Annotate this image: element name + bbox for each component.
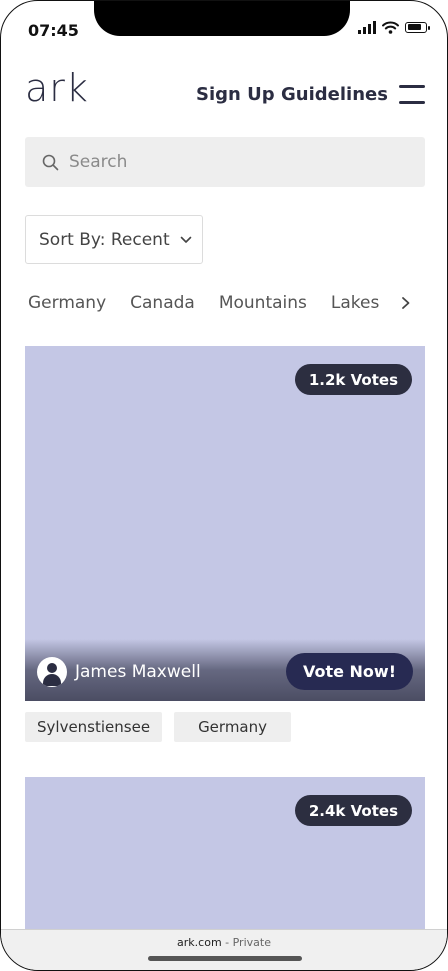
post-tags: Sylvenstiensee Germany	[25, 712, 292, 742]
browser-bar: ark.com - Private	[1, 929, 447, 970]
post-author[interactable]: James Maxwell	[37, 657, 201, 687]
post-card[interactable]: 1.2k Votes James Maxwell Vote Now!	[25, 346, 425, 701]
signal-icon	[358, 20, 376, 34]
home-indicator[interactable]	[148, 956, 302, 961]
tag-sylvenstiensee[interactable]: Sylvenstiensee	[25, 712, 163, 742]
notch	[94, 1, 350, 36]
search-icon	[42, 154, 59, 170]
sort-label: Sort By: Recent	[39, 229, 170, 250]
tag-germany[interactable]: Germany	[174, 712, 292, 742]
category-tabs: Germany Canada Mountains Lakes	[28, 293, 411, 313]
votes-badge: 1.2k Votes	[294, 364, 412, 395]
guidelines-link[interactable]: Guidelines	[281, 84, 388, 105]
phone-frame: 07:45 ark Sign Up Guidelines Sort By: Re…	[0, 0, 448, 971]
sort-dropdown[interactable]: Sort By: Recent	[25, 215, 203, 264]
browser-url[interactable]: ark.com - Private	[1, 936, 447, 949]
search-input[interactable]	[67, 151, 391, 173]
category-lakes[interactable]: Lakes	[331, 293, 379, 313]
category-mountains[interactable]: Mountains	[219, 293, 307, 313]
ark-logo[interactable]: ark	[25, 69, 89, 107]
vote-now-button[interactable]: Vote Now!	[285, 653, 413, 690]
battery-icon	[405, 21, 430, 33]
chevron-down-icon	[180, 236, 191, 243]
hamburger-menu-icon[interactable]	[399, 85, 425, 105]
status-icons	[358, 20, 430, 34]
category-germany[interactable]: Germany	[28, 293, 106, 313]
sign-up-link[interactable]: Sign Up	[196, 84, 275, 105]
status-time: 07:45	[28, 21, 79, 40]
wifi-icon	[382, 21, 399, 34]
browser-domain: ark.com	[177, 936, 222, 949]
chevron-right-icon[interactable]	[401, 296, 411, 310]
search-bar[interactable]	[25, 137, 425, 187]
post-card[interactable]: 2.4k Votes	[25, 777, 425, 932]
category-canada[interactable]: Canada	[130, 293, 195, 313]
votes-badge: 2.4k Votes	[294, 795, 412, 826]
browser-mode: - Private	[221, 936, 271, 949]
user-avatar-icon	[37, 657, 67, 687]
author-name: James Maxwell	[75, 662, 201, 682]
